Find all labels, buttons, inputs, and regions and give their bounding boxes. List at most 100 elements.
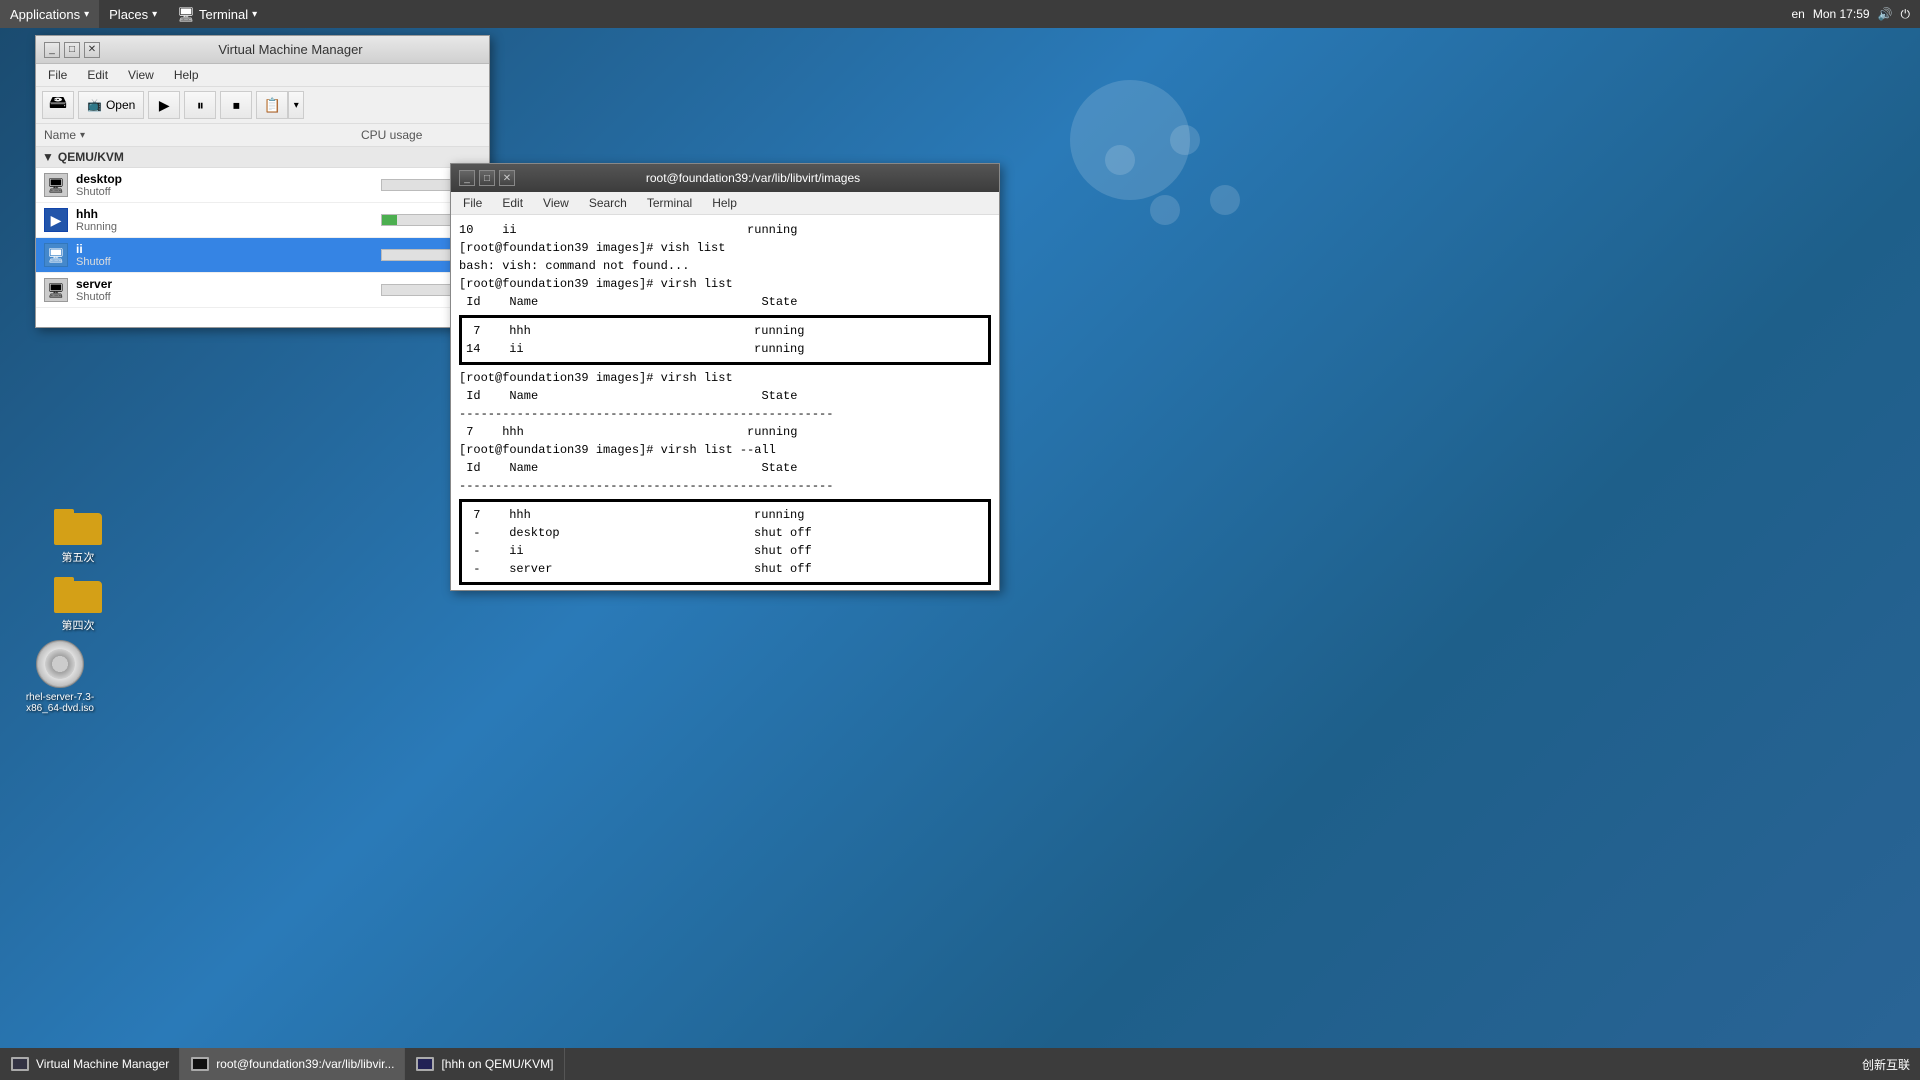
desktop-icon-fourth[interactable]: 第四次 [38, 573, 118, 633]
speaker-icon: 🔊 [1878, 7, 1893, 21]
vmm-menu-help[interactable]: Help [166, 66, 207, 84]
vmm-close[interactable]: ✕ [84, 42, 100, 58]
col-cpu-header: CPU usage [361, 128, 481, 142]
vm-icon-hhh: ▶ [44, 208, 68, 232]
term-menu-search[interactable]: Search [581, 194, 635, 212]
applications-arrow: ▾ [84, 9, 89, 20]
taskbar-terminal[interactable]: root@foundation39:/var/lib/libvir... [180, 1048, 405, 1080]
vmm-maximize[interactable]: □ [64, 42, 80, 58]
icon-fifth-label: 第五次 [62, 549, 95, 565]
applications-menu[interactable]: Applications ▾ [0, 0, 99, 28]
toolbar-snapshot-btn[interactable]: 📋 [256, 91, 288, 119]
term-menu-help[interactable]: Help [704, 194, 745, 212]
vm-icon-ii: 🖥 [44, 243, 68, 267]
terminal-menu[interactable]: 🖥 Terminal ▾ [167, 0, 267, 28]
taskbar-hhh-icon [415, 1054, 435, 1074]
vmm-controls-left: _ □ ✕ [44, 42, 100, 58]
desktop-icon-fifth[interactable]: 第五次 [38, 505, 118, 565]
term-line-13: ----------------------------------------… [459, 477, 991, 495]
folder-icon-fifth [54, 505, 102, 545]
term-line-6: [root@foundation39 images]# virsh list [459, 369, 991, 387]
vmm-menu-file[interactable]: File [40, 66, 75, 84]
open-icon: 📺 [87, 98, 102, 112]
top-panel-left: Applications ▾ Places ▾ 🖥 Terminal ▾ [0, 0, 267, 28]
vmm-menu-view[interactable]: View [120, 66, 162, 84]
vmm-group-qemu[interactable]: ▼ QEMU/KVM [36, 147, 489, 168]
toolbar-stop-btn[interactable]: ⏹ [220, 91, 252, 119]
terminal-close[interactable]: ✕ [499, 170, 515, 186]
desktop-icon-dvd[interactable]: rhel-server-7.3-x86_64-dvd.iso [20, 640, 100, 714]
vmm-menubar: File Edit View Help [36, 64, 489, 87]
terminal-controls: _ □ ✕ [459, 170, 515, 186]
vmm-task-screen [11, 1057, 29, 1071]
term-line-5: Id Name State [459, 293, 991, 311]
terminal-title: root@foundation39:/var/lib/libvirt/image… [515, 171, 991, 185]
vmm-table-header: Name ▾ CPU usage [36, 124, 489, 147]
places-menu[interactable]: Places ▾ [99, 0, 167, 28]
term-box2-line1: 7 hhh running [466, 506, 984, 524]
terminal-minimize[interactable]: _ [459, 170, 475, 186]
vm-name-desktop: desktop [76, 172, 381, 186]
vm-status-server: Shutoff [76, 291, 381, 303]
toolbar-pause-btn[interactable]: ⏸ [184, 91, 216, 119]
icon-fourth-label: 第四次 [62, 617, 95, 633]
vmm-menu-edit[interactable]: Edit [79, 66, 116, 84]
deco-circle-2 [1170, 125, 1200, 155]
term-menu-view[interactable]: View [535, 194, 577, 212]
hhh-task-screen [416, 1057, 434, 1071]
vmm-row-hhh[interactable]: ▶ hhh Running [36, 203, 489, 238]
terminal-arrow: ▾ [252, 9, 257, 20]
taskbar-terminal-icon [190, 1054, 210, 1074]
term-menu-terminal[interactable]: Terminal [639, 194, 700, 212]
term-box2-line4: - server shut off [466, 560, 984, 578]
vm-name-hhh: hhh [76, 207, 381, 221]
term-box2-line2: - desktop shut off [466, 524, 984, 542]
terminal-maximize[interactable]: □ [479, 170, 495, 186]
vmm-minimize[interactable]: _ [44, 42, 60, 58]
term-menu-edit[interactable]: Edit [494, 194, 531, 212]
locale-indicator: en [1791, 7, 1804, 21]
term-line-2: [root@foundation39 images]# vish list [459, 239, 991, 257]
vmm-titlebar: _ □ ✕ Virtual Machine Manager [36, 36, 489, 64]
folder-icon-fourth [54, 573, 102, 613]
term-line-9: 7 hhh running [459, 423, 991, 441]
vm-name-server: server [76, 277, 381, 291]
terminal-titlebar: _ □ ✕ root@foundation39:/var/lib/libvirt… [451, 164, 999, 192]
desktop: Applications ▾ Places ▾ 🖥 Terminal ▾ en … [0, 0, 1920, 1080]
dvd-icon [36, 640, 84, 688]
vmm-row-desktop[interactable]: 🖥 desktop Shutoff [36, 168, 489, 203]
icon-dvd-label: rhel-server-7.3-x86_64-dvd.iso [20, 692, 100, 714]
vmm-content: ▼ QEMU/KVM 🖥 desktop Shutoff ▶ hhh Runni… [36, 147, 489, 327]
taskbar-hhh[interactable]: [hhh on QEMU/KVM] [405, 1048, 564, 1080]
toolbar-play-btn[interactable]: ▶ [148, 91, 180, 119]
term-line-11: [root@foundation39 images]# virsh list -… [459, 441, 991, 459]
taskbar-vmm-label: Virtual Machine Manager [36, 1057, 169, 1071]
power-icon: ⏻ [1901, 7, 1911, 22]
vm-info-server: server Shutoff [76, 277, 381, 303]
term-menu-file[interactable]: File [455, 194, 490, 212]
vm-name-ii: ii [76, 242, 381, 256]
vm-icon-desktop: 🖥 [44, 173, 68, 197]
taskbar-right: 创新互联 [1862, 1056, 1920, 1073]
vmm-window: _ □ ✕ Virtual Machine Manager File Edit … [35, 35, 490, 328]
top-panel: Applications ▾ Places ▾ 🖥 Terminal ▾ en … [0, 0, 1920, 28]
terminal-icon: 🖥 [177, 6, 195, 23]
vmm-row-ii[interactable]: 🖥 ii Shutoff [36, 238, 489, 273]
vmm-row-server[interactable]: 🖥 server Shutoff [36, 273, 489, 308]
terminal-content[interactable]: 10 ii running [root@foundation39 images]… [451, 215, 999, 590]
deco-circle-3 [1105, 145, 1135, 175]
col-name-label: Name [44, 128, 76, 142]
toolbar-dropdown-btn[interactable]: ▾ [288, 91, 304, 119]
terminal-task-screen [191, 1057, 209, 1071]
terminal-menubar: File Edit View Search Terminal Help [451, 192, 999, 215]
term-box2-line3: - ii shut off [466, 542, 984, 560]
applications-label: Applications [10, 7, 80, 22]
taskbar: Virtual Machine Manager root@foundation3… [0, 1048, 1920, 1080]
taskbar-vmm[interactable]: Virtual Machine Manager [0, 1048, 180, 1080]
toolbar-storage-btn[interactable]: 🖴 [42, 91, 74, 119]
col-name-header: Name ▾ [44, 128, 361, 142]
term-line-7: Id Name State [459, 387, 991, 405]
toolbar-open-btn[interactable]: 📺 Open [78, 91, 144, 119]
top-panel-right: en Mon 17:59 🔊 ⏻ [1791, 7, 1920, 22]
taskbar-logo[interactable]: 创新互联 [1862, 1056, 1910, 1073]
